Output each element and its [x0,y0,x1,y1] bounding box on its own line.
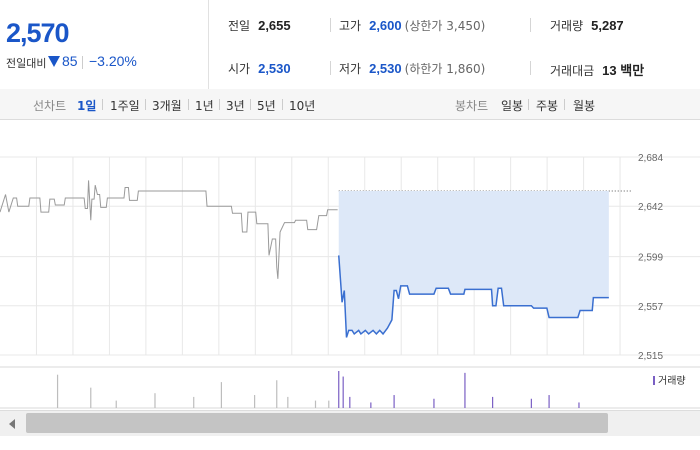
stat-value: 13 백만 [602,63,645,78]
stat-value: 2,655 [258,18,291,33]
price-chart: 2,684 2,642 2,599 2,557 2,515 [0,153,700,409]
tab-1day[interactable]: 1일 [77,97,96,114]
divider [188,99,189,110]
divider [282,99,283,110]
divider [330,18,331,32]
line-chart-label: 선차트 [33,99,67,113]
tab-3months[interactable]: 3개월 [152,97,182,114]
stat-value: 2,530 [258,61,291,76]
stat-label: 시가 [228,62,251,76]
tab-daily-candle[interactable]: 일봉 [501,97,523,114]
divider [250,99,251,110]
stat-volume: 거래량 5,287 [550,17,624,34]
stat-label: 거래량 [550,19,584,33]
price-summary: 2,570 전일대비 85 −3.20% 전일 2,655 고가 2,600 (상한가… [0,0,700,90]
tab-3years[interactable]: 3년 [226,97,245,114]
divider [564,99,565,110]
series-line [0,180,338,279]
change-amount: 85 [48,53,78,69]
volume-legend: 거래량 [653,372,686,387]
tab-5years[interactable]: 5년 [257,97,276,114]
tab-1year[interactable]: 1년 [195,97,214,114]
period-tab-bar: 선차트 1일 1주일 3개월 1년 3년 5년 10년 봉차트 일봉 주봉 월봉 [0,89,700,120]
stat-label: 거래대금 [550,64,595,78]
change-rate: −3.20% [89,53,137,69]
down-arrow-icon [48,56,60,67]
y-tick-label: 2,599 [638,253,663,264]
y-tick-label: 2,557 [638,302,663,313]
tab-10years[interactable]: 10년 [289,97,315,114]
stat-low: 저가 2,530 (하한가 1,860) [339,60,485,77]
stock-chart-panel: 2,570 전일대비 85 −3.20% 전일 2,655 고가 2,600 (상한가… [0,0,700,450]
lower-limit: (하한가 1,860) [404,62,486,76]
y-tick-label: 2,642 [638,202,663,213]
current-price-box: 2,570 전일대비 85 −3.20% [0,0,209,89]
volume-legend-swatch [653,376,655,385]
stat-open: 시가 2,530 [228,60,291,77]
stat-high: 고가 2,600 (상한가 3,450) [339,17,485,34]
change-label: 전일대비 [6,57,47,70]
stat-label: 전일 [228,19,251,33]
stat-trade-value: 거래대금 13 백만 [550,60,644,79]
y-tick-label: 2,515 [638,351,663,362]
stat-value: 2,600 [369,18,402,33]
stat-label: 저가 [339,62,362,76]
tab-weekly-candle[interactable]: 주봉 [536,97,558,114]
divider [219,99,220,110]
candle-chart-label: 봉차트 [455,99,489,113]
scroll-left-icon[interactable] [9,419,15,429]
stat-value: 5,287 [591,18,624,33]
divider [530,61,531,75]
divider [102,99,103,110]
stat-label: 고가 [339,19,362,33]
divider [530,18,531,32]
change-amount-value: 85 [62,53,78,69]
upper-limit: (상한가 3,450) [404,19,486,33]
divider [82,56,83,69]
stat-value: 2,530 [369,61,402,76]
divider [330,61,331,75]
chart-scrollbar[interactable] [0,410,700,436]
divider [528,99,529,110]
divider [145,99,146,110]
y-tick-label: 2,684 [638,153,663,164]
current-price: 2,570 [6,18,70,48]
tab-monthly-candle[interactable]: 월봉 [573,97,595,114]
scroll-thumb[interactable] [26,413,608,433]
stat-prev-close: 전일 2,655 [228,17,291,34]
volume-legend-label: 거래량 [658,376,686,387]
tab-1week[interactable]: 1주일 [110,97,140,114]
